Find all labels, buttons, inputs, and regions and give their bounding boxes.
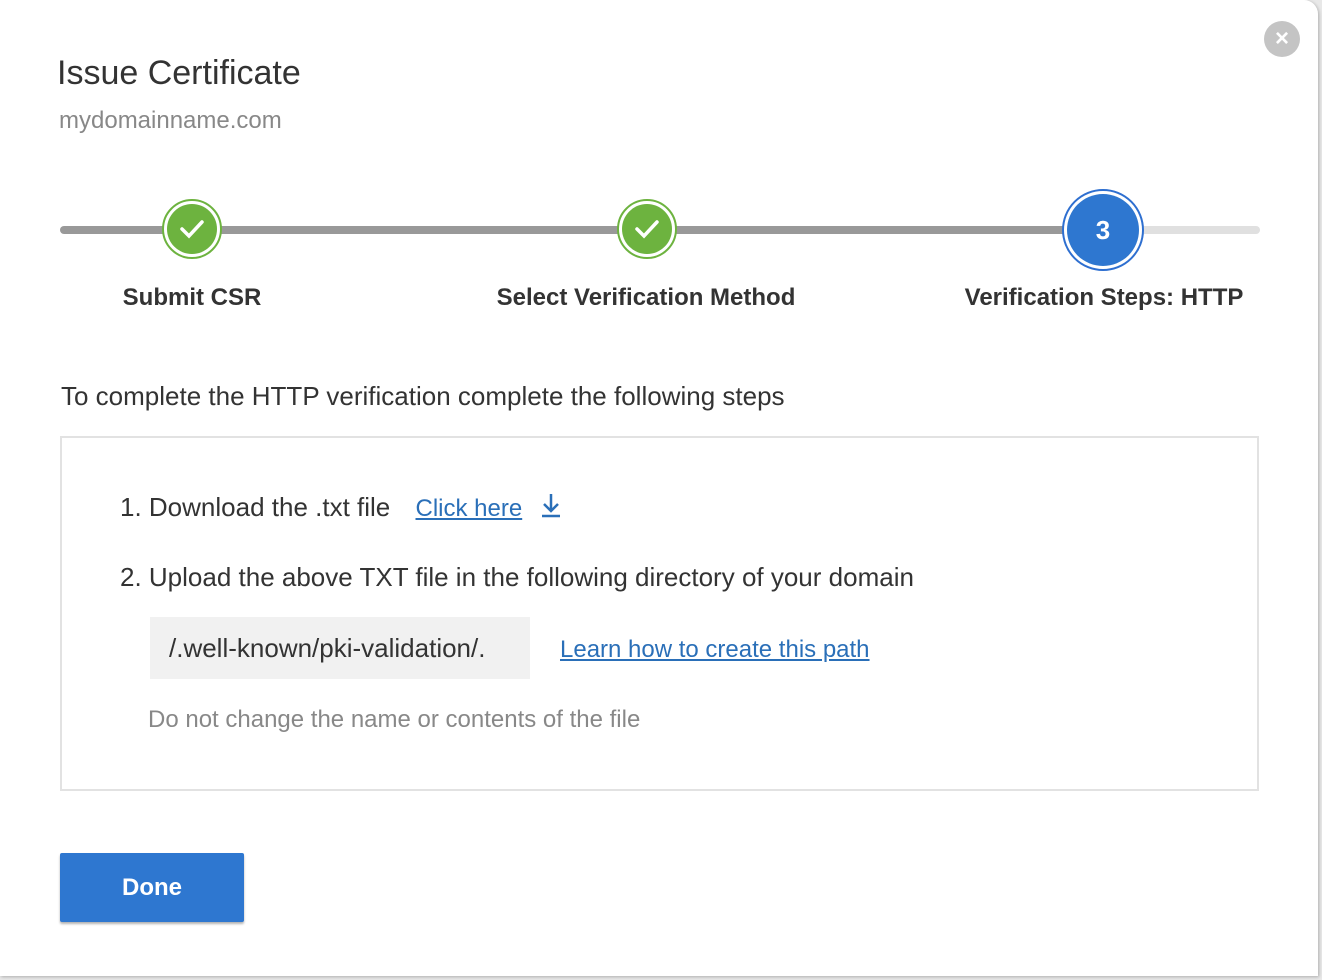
issue-certificate-dialog: × Issue Certificate mydomainname.com 3 S… [0,0,1318,976]
step-3-current: 3 [1062,189,1144,271]
check-icon [167,204,217,254]
step-label: Verification Steps: HTTP [964,284,1244,311]
directory-path: /.well-known/pki-validation/. [150,617,530,679]
step-label: Select Verification Method [496,284,796,311]
domain-name: mydomainname.com [59,107,282,134]
instructions-intro: To complete the HTTP verification comple… [61,381,785,411]
close-icon[interactable]: × [1264,21,1300,57]
step-label: Submit CSR [122,284,262,311]
step-2-complete [617,199,677,259]
step-1-text: 1. Download the .txt file [120,492,391,522]
dialog-title: Issue Certificate [57,54,301,92]
step-1-row: 1. Download the .txt file Click here [120,492,563,525]
step-2-text: 2. Upload the above TXT file in the foll… [120,562,914,592]
done-button[interactable]: Done [60,853,244,922]
check-icon [622,204,672,254]
note-text: Do not change the name or contents of th… [148,706,641,733]
step-1-complete [162,199,222,259]
instructions-box: 1. Download the .txt file Click here 2. … [60,436,1259,791]
learn-path-link[interactable]: Learn how to create this path [560,636,870,664]
download-link[interactable]: Click here [416,495,523,522]
download-icon[interactable] [539,492,563,525]
